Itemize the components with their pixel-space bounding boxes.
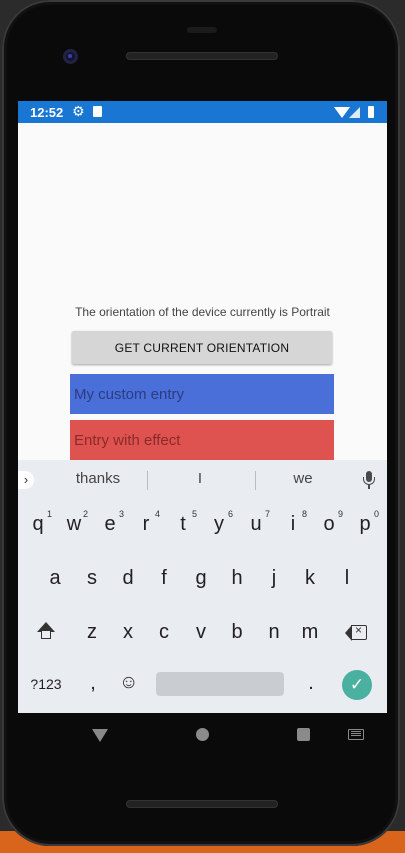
key-d[interactable]: d (113, 567, 143, 590)
key-g[interactable]: g (186, 567, 216, 590)
wifi-icon (334, 107, 350, 118)
emoji-icon[interactable]: ☺ (119, 672, 138, 694)
suggestion-1[interactable]: thanks (58, 470, 138, 487)
key-n[interactable]: n (259, 621, 289, 644)
key-hint: 9 (338, 509, 344, 519)
effect-entry-text: Entry with effect (74, 431, 181, 449)
recents-icon[interactable] (297, 728, 310, 741)
chevron-right-icon[interactable]: › (18, 471, 34, 489)
top-sensor (187, 27, 217, 33)
backspace-icon[interactable]: × (345, 623, 367, 641)
key-hint: 1 (47, 509, 53, 519)
key-s[interactable]: s (77, 567, 107, 590)
space-key[interactable] (156, 672, 284, 696)
keyboard-switch-icon[interactable] (348, 729, 364, 740)
key-b[interactable]: b (222, 621, 252, 644)
status-time: 12:52 (30, 105, 64, 120)
navigation-bar (18, 713, 387, 759)
battery-icon (368, 106, 374, 118)
key-hint: 2 (83, 509, 89, 519)
shift-icon[interactable] (36, 622, 56, 642)
earpiece-speaker (126, 52, 278, 60)
suggestion-2[interactable]: I (160, 470, 240, 487)
key-h[interactable]: h (222, 567, 252, 590)
gear-icon: ⚙ (72, 103, 85, 119)
key-hint: 5 (192, 509, 198, 519)
custom-entry[interactable]: My custom entry (70, 374, 334, 414)
key-k[interactable]: k (295, 567, 325, 590)
key-z[interactable]: z (77, 621, 107, 644)
back-icon[interactable] (92, 729, 108, 742)
divider (147, 471, 148, 490)
soft-keyboard: › thanks I we q w e r t y u i o p 1 2 3 … (18, 460, 387, 713)
key-hint: 8 (302, 509, 308, 519)
key-period[interactable]: . (296, 672, 326, 695)
signal-icon (349, 107, 360, 118)
front-camera (63, 49, 78, 64)
key-hint: 3 (119, 509, 125, 519)
symbols-key[interactable]: ?123 (24, 676, 68, 692)
key-x[interactable]: x (113, 621, 143, 644)
microphone-icon[interactable] (362, 471, 376, 491)
phone-screen: 12:52 ⚙ The orientation of the device cu… (18, 101, 387, 713)
key-v[interactable]: v (186, 621, 216, 644)
divider (255, 471, 256, 490)
key-j[interactable]: j (259, 567, 289, 590)
get-orientation-button[interactable]: GET CURRENT ORIENTATION (72, 331, 332, 364)
status-bar: 12:52 ⚙ (18, 101, 387, 123)
key-comma[interactable]: , (78, 672, 108, 695)
key-c[interactable]: c (149, 621, 179, 644)
key-f[interactable]: f (149, 567, 179, 590)
key-hint: 0 (374, 509, 380, 519)
key-l[interactable]: l (332, 567, 362, 590)
sd-card-icon (93, 106, 102, 117)
key-hint: 7 (265, 509, 271, 519)
key-m[interactable]: m (295, 621, 325, 644)
custom-entry-text: My custom entry (74, 385, 185, 403)
suggestion-strip: › thanks I we (18, 460, 387, 500)
suggestion-3[interactable]: we (263, 470, 343, 487)
enter-check-icon[interactable]: ✓ (342, 670, 372, 700)
key-a[interactable]: a (40, 567, 70, 590)
key-hint: 6 (228, 509, 234, 519)
bottom-speaker (126, 800, 278, 808)
home-icon[interactable] (196, 728, 209, 741)
orientation-label: The orientation of the device currently … (75, 305, 330, 319)
key-hint: 4 (155, 509, 161, 519)
phone-frame: 12:52 ⚙ The orientation of the device cu… (2, 0, 400, 846)
effect-entry[interactable]: Entry with effect (70, 420, 334, 460)
